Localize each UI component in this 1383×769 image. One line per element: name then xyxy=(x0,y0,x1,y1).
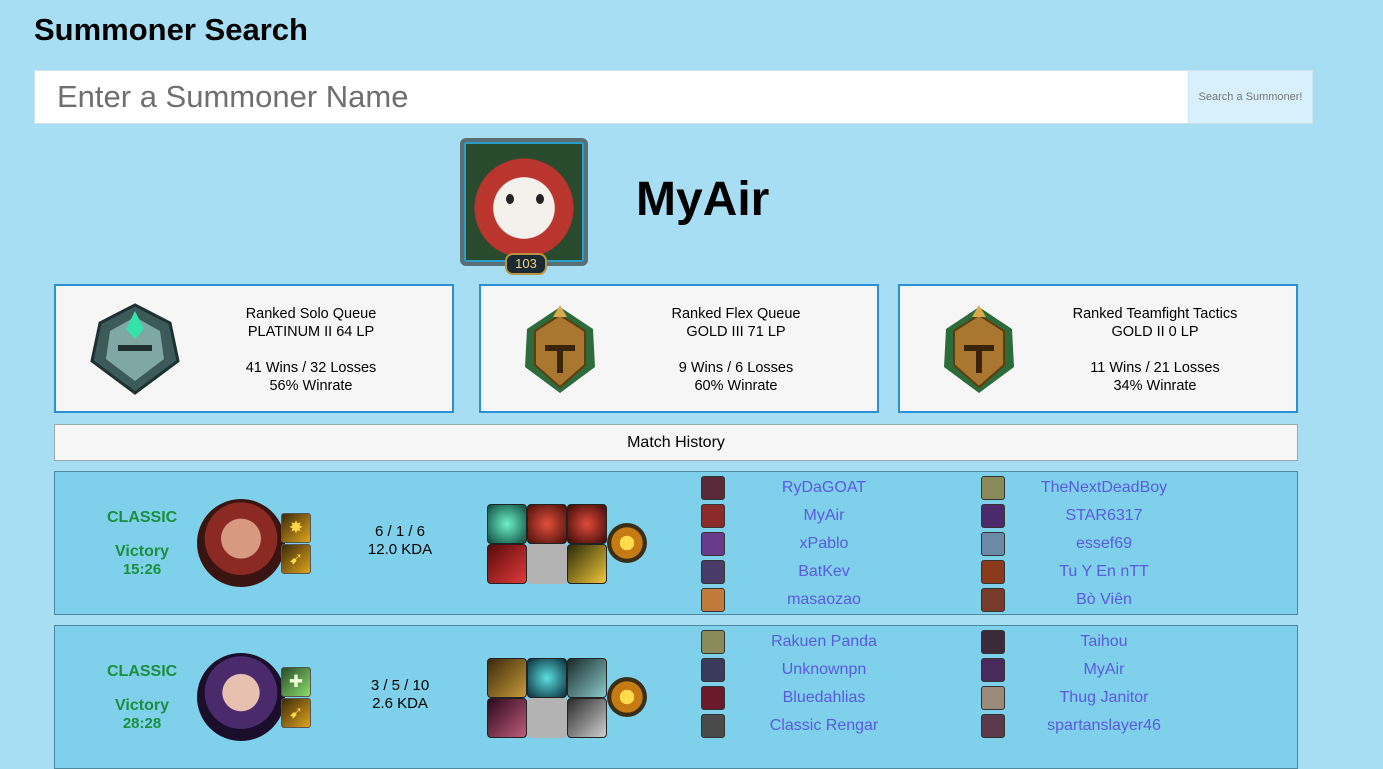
item-empty-slot xyxy=(527,544,567,584)
player-champion-icon xyxy=(981,532,1005,556)
game-mode: CLASSIC xyxy=(107,663,178,680)
item-icon[interactable] xyxy=(567,504,607,544)
trinket-ward-icon[interactable] xyxy=(607,677,647,717)
player-champion-icon xyxy=(981,476,1005,500)
player-name-link[interactable]: Bluedahlias xyxy=(724,686,924,710)
summoner-search-input[interactable] xyxy=(35,71,1188,123)
player-name-link[interactable]: xPablo xyxy=(724,532,924,556)
rank-winrate: 56% Winrate xyxy=(269,378,353,394)
result-label: Victory xyxy=(115,543,169,560)
player-champion-icon xyxy=(701,686,725,710)
profile-icon xyxy=(460,138,588,266)
match-history-header: Match History xyxy=(54,424,1298,461)
rank-card-flex: Ranked Flex Queue GOLD III 71 LP 9 Wins … xyxy=(479,284,879,413)
item-icon[interactable] xyxy=(487,544,527,584)
player-name-link[interactable]: Unknownpn xyxy=(724,658,924,682)
summoner-spell-ghost-icon: ➹ xyxy=(281,544,311,574)
player-name-link[interactable]: Bò Viên xyxy=(1004,588,1204,612)
game-mode: CLASSIC xyxy=(107,509,178,526)
player-name-link[interactable]: Tu Y En nTT xyxy=(1004,560,1204,584)
player-champion-icon xyxy=(701,630,725,654)
player-name-link[interactable]: Classic Rengar xyxy=(724,714,924,738)
player-champion-icon xyxy=(981,686,1005,710)
match-card[interactable]: CLASSIC Victory 15:26 ✸ ➹ 6 / 1 / 6 12.0… xyxy=(54,471,1298,615)
level-badge: 103 xyxy=(505,253,547,275)
player-name-link[interactable]: MyAir xyxy=(724,504,924,528)
player-name-link[interactable]: Taihou xyxy=(1004,630,1204,654)
player-name-link[interactable]: MyAir xyxy=(1004,658,1204,682)
match-card[interactable]: CLASSIC Victory 28:28 ✚ ➹ 3 / 5 / 10 2.6… xyxy=(54,625,1298,769)
player-name-link[interactable]: spartanslayer46 xyxy=(1004,714,1204,738)
kills-deaths-assists: 6 / 1 / 6 xyxy=(374,523,426,540)
rank-tier: GOLD II 0 LP xyxy=(1111,324,1199,340)
player-champion-icon xyxy=(981,560,1005,584)
rank-winrate: 60% Winrate xyxy=(694,378,778,394)
player-champion-icon xyxy=(981,630,1005,654)
summoner-spell-heal-icon: ✚ xyxy=(281,667,311,697)
player-champion-icon xyxy=(981,504,1005,528)
rank-record: 41 Wins / 32 Losses xyxy=(245,360,377,376)
rank-tier: GOLD III 71 LP xyxy=(686,324,786,340)
kda-ratio: 2.6 KDA xyxy=(372,695,428,712)
match-result: Victory 28:28 xyxy=(107,697,177,733)
player-champion-icon xyxy=(701,560,725,584)
platinum-emblem-icon xyxy=(90,303,180,395)
item-icon[interactable] xyxy=(487,698,527,738)
player-champion-icon xyxy=(701,532,725,556)
player-name-link[interactable]: RyDaGOAT xyxy=(724,476,924,500)
rank-queue-name: Ranked Solo Queue xyxy=(245,306,377,322)
summoner-spell-ignite-icon: ✸ xyxy=(281,513,311,543)
rank-card-solo: Ranked Solo Queue PLATINUM II 64 LP 41 W… xyxy=(54,284,454,413)
player-champion-icon xyxy=(701,714,725,738)
item-potion-icon[interactable] xyxy=(487,504,527,544)
trinket-ward-icon[interactable] xyxy=(607,523,647,563)
item-boots-icon[interactable] xyxy=(567,698,607,738)
player-name-link[interactable]: Thug Janitor xyxy=(1004,686,1204,710)
kda-ratio: 12.0 KDA xyxy=(367,541,433,558)
player-name-link[interactable]: STAR6317 xyxy=(1004,504,1204,528)
match-duration: 28:28 xyxy=(122,715,162,732)
result-label: Victory xyxy=(115,697,169,714)
player-name-link[interactable]: essef69 xyxy=(1004,532,1204,556)
player-champion-icon xyxy=(981,658,1005,682)
player-champion-icon xyxy=(701,476,725,500)
player-name-link[interactable]: BatKev xyxy=(724,560,924,584)
rank-tier: PLATINUM II 64 LP xyxy=(247,324,375,340)
player-name-link[interactable]: masaozao xyxy=(724,588,924,612)
search-summoner-button[interactable]: Search a Summoner! xyxy=(1188,71,1312,123)
rank-record: 9 Wins / 6 Losses xyxy=(678,360,794,376)
summoner-spell-ghost-icon: ➹ xyxy=(281,698,311,728)
kills-deaths-assists: 3 / 5 / 10 xyxy=(370,677,430,694)
player-champion-icon xyxy=(981,588,1005,612)
item-empty-slot xyxy=(527,698,567,738)
summoner-name: MyAir xyxy=(636,173,770,226)
item-icon[interactable] xyxy=(527,504,567,544)
gold-emblem-icon xyxy=(525,305,595,393)
rank-queue-name: Ranked Flex Queue xyxy=(671,306,801,322)
rank-winrate: 34% Winrate xyxy=(1113,378,1197,394)
gold-emblem-icon xyxy=(944,305,1014,393)
champion-portrait[interactable] xyxy=(197,653,285,741)
rank-record: 11 Wins / 21 Losses xyxy=(1090,360,1220,376)
player-champion-icon xyxy=(701,504,725,528)
page-title: Summoner Search xyxy=(34,12,308,47)
rank-queue-name: Ranked Teamfight Tactics xyxy=(1072,306,1238,322)
player-champion-icon xyxy=(981,714,1005,738)
player-name-link[interactable]: Rakuen Panda xyxy=(724,630,924,654)
item-icon[interactable] xyxy=(527,658,567,698)
champion-portrait[interactable] xyxy=(197,499,285,587)
match-duration: 15:26 xyxy=(122,561,162,578)
item-icon[interactable] xyxy=(487,658,527,698)
rank-card-tft: Ranked Teamfight Tactics GOLD II 0 LP 11… xyxy=(898,284,1298,413)
item-boots-icon[interactable] xyxy=(567,544,607,584)
player-champion-icon xyxy=(701,588,725,612)
match-result: Victory 15:26 xyxy=(107,543,177,579)
search-bar: Search a Summoner! xyxy=(34,70,1313,124)
player-name-link[interactable]: TheNextDeadBoy xyxy=(1004,476,1204,500)
item-icon[interactable] xyxy=(567,658,607,698)
player-champion-icon xyxy=(701,658,725,682)
